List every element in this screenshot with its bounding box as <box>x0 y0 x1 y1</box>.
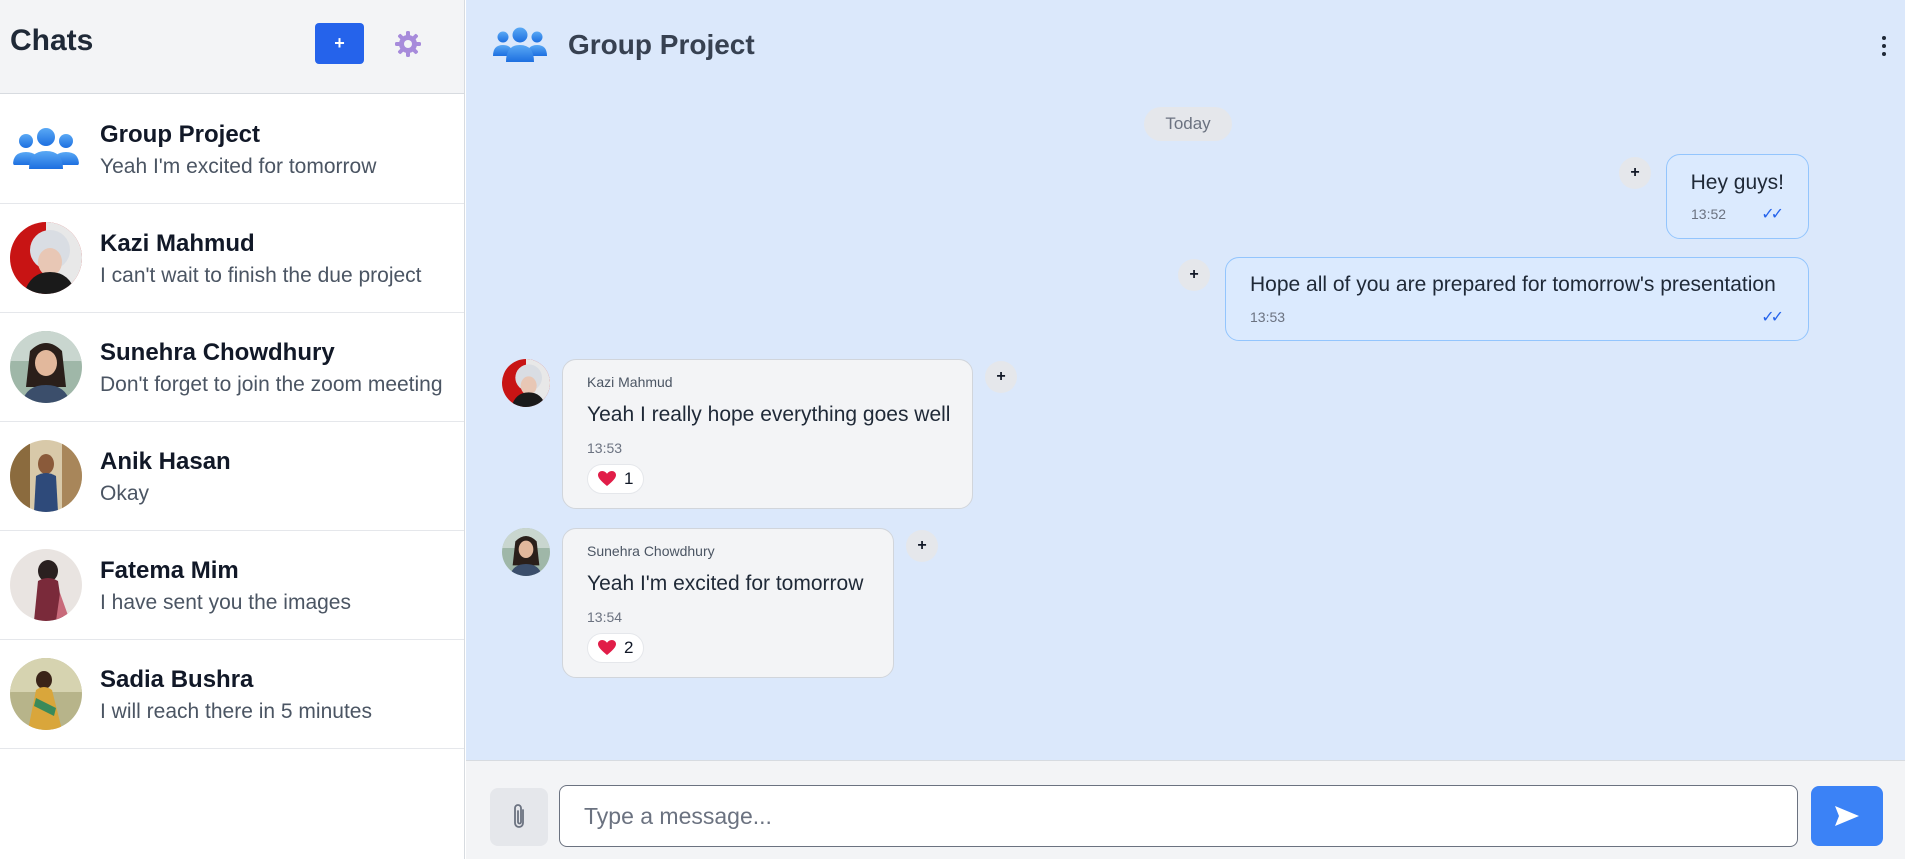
more-vertical-icon <box>1882 36 1886 40</box>
profile-photo <box>10 549 82 621</box>
chat-name: Sadia Bushra <box>100 666 254 693</box>
avatar <box>10 222 82 294</box>
message-text: Yeah I'm excited for tomorrow <box>587 572 864 595</box>
message-bubble-incoming: Sunehra Chowdhury Yeah I'm excited for t… <box>562 528 894 678</box>
message-time: 13:53 <box>1250 309 1286 325</box>
add-reaction-button[interactable]: + <box>906 530 938 562</box>
message-input[interactable] <box>559 785 1798 847</box>
group-avatar <box>10 113 82 185</box>
chat-item-group-project[interactable]: Group Project Yeah I'm excited for tomor… <box>0 95 464 204</box>
avatar <box>10 331 82 403</box>
message-text: Yeah I really hope everything goes well <box>587 403 951 426</box>
chat-preview: I can't wait to finish the due project <box>100 264 422 287</box>
profile-photo <box>10 658 82 730</box>
conversation-header: Group Project <box>466 0 1905 92</box>
profile-photo <box>10 222 82 294</box>
reaction-count: 1 <box>624 469 634 488</box>
chat-name: Group Project <box>100 121 261 148</box>
add-reaction-button[interactable]: + <box>1178 259 1210 291</box>
message-time: 13:52 <box>1691 206 1727 222</box>
read-receipt-icon: ✓✓ <box>1761 309 1784 326</box>
avatar <box>10 440 82 512</box>
profile-photo <box>502 359 550 407</box>
send-button[interactable] <box>1811 786 1883 846</box>
message-bubble-outgoing: Hope all of you are prepared for tomorro… <box>1225 257 1809 341</box>
add-reaction-button[interactable]: + <box>1619 157 1651 189</box>
chat-item-fatema-mim[interactable]: Fatema Mim I have sent you the images <box>0 531 464 640</box>
new-chat-button[interactable]: + <box>315 23 364 64</box>
chat-preview: Okay <box>100 482 150 505</box>
chat-preview: Yeah I'm excited for tomorrow <box>100 155 377 178</box>
chat-list: Group Project Yeah I'm excited for tomor… <box>0 95 464 749</box>
chat-item-kazi-mahmud[interactable]: Kazi Mahmud I can't wait to finish the d… <box>0 204 464 313</box>
group-icon <box>13 128 79 169</box>
chat-name: Kazi Mahmud <box>100 230 255 257</box>
heart-icon <box>598 640 616 655</box>
chat-sidebar: Chats + Group Project Yeah I'm excited f… <box>0 0 465 859</box>
conversation-panel: Group Project Today + Hey guys! 13:52 ✓✓… <box>466 0 1905 859</box>
chat-item-sunehra-chowdhury[interactable]: Sunehra Chowdhury Don't forget to join t… <box>0 313 464 422</box>
sidebar-header: Chats + <box>0 0 464 94</box>
message-composer <box>466 760 1905 859</box>
chat-item-anik-hasan[interactable]: Anik Hasan Okay <box>0 422 464 531</box>
chat-name: Anik Hasan <box>100 448 231 475</box>
message-text: Hope all of you are prepared for tomorro… <box>1250 273 1776 296</box>
heart-icon <box>598 471 616 486</box>
profile-photo <box>10 440 82 512</box>
date-separator: Today <box>1144 107 1232 141</box>
settings-button[interactable] <box>392 28 424 60</box>
message-text: Hey guys! <box>1690 171 1784 194</box>
chat-preview: Don't forget to join the zoom meeting <box>100 373 443 396</box>
avatar <box>10 549 82 621</box>
profile-photo <box>10 331 82 403</box>
paperclip-icon <box>514 804 524 828</box>
reaction-badge[interactable]: 2 <box>587 633 645 663</box>
group-icon <box>493 27 547 62</box>
sender-avatar <box>502 528 550 576</box>
avatar <box>10 658 82 730</box>
message-sender: Sunehra Chowdhury <box>587 543 715 559</box>
message-time: 13:53 <box>587 440 623 456</box>
attach-button[interactable] <box>490 788 548 846</box>
reaction-badge[interactable]: 1 <box>587 464 645 494</box>
profile-photo <box>502 528 550 576</box>
message-bubble-outgoing: Hey guys! 13:52 ✓✓ <box>1666 154 1809 239</box>
chat-item-sadia-bushra[interactable]: Sadia Bushra I will reach there in 5 min… <box>0 640 464 749</box>
read-receipt-icon: ✓✓ <box>1761 206 1784 223</box>
send-icon <box>1835 806 1859 826</box>
more-options-button[interactable] <box>1874 30 1894 62</box>
chat-preview: I will reach there in 5 minutes <box>100 700 372 723</box>
gear-icon <box>395 31 421 57</box>
message-time: 13:54 <box>587 609 623 625</box>
message-sender: Kazi Mahmud <box>587 374 673 390</box>
message-bubble-incoming: Kazi Mahmud Yeah I really hope everythin… <box>562 359 973 509</box>
sidebar-title: Chats <box>10 24 94 57</box>
add-reaction-button[interactable]: + <box>985 361 1017 393</box>
conversation-title: Group Project <box>568 29 755 60</box>
chat-name: Sunehra Chowdhury <box>100 339 335 366</box>
chat-preview: I have sent you the images <box>100 591 351 614</box>
sender-avatar <box>502 359 550 407</box>
reaction-count: 2 <box>624 638 634 657</box>
chat-name: Fatema Mim <box>100 557 239 584</box>
